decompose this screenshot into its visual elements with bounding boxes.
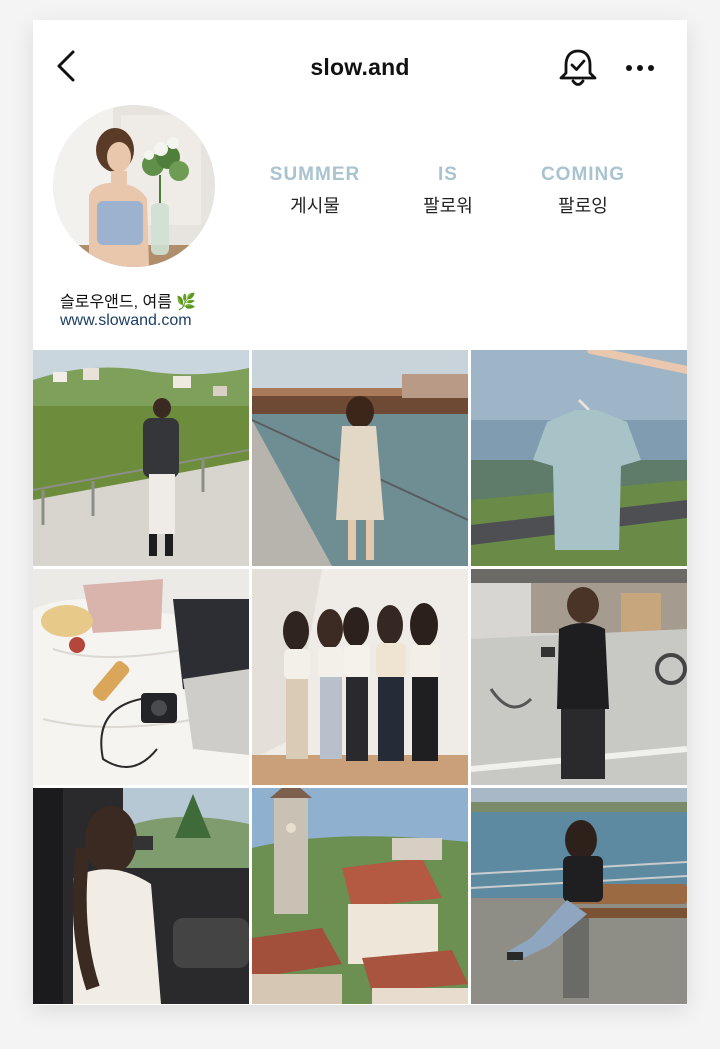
photo-woman-bench-lake xyxy=(471,788,687,1004)
stat-posts[interactable]: SUMMER 게시물 xyxy=(245,164,385,218)
photo-woman-bridge xyxy=(252,350,468,566)
avatar-photo xyxy=(53,105,215,267)
bell-check-icon xyxy=(559,49,597,86)
stat-following-label: 팔로잉 xyxy=(558,196,608,216)
stat-followers-label: 팔로워 xyxy=(423,196,473,216)
photo-woman-car xyxy=(33,788,249,1004)
stat-following[interactable]: COMING 팔로잉 xyxy=(513,164,653,218)
grid-post-8[interactable] xyxy=(252,788,468,1004)
bio-name: 슬로우앤드, 여름 🌿 xyxy=(60,294,197,311)
stat-following-value: COMING xyxy=(540,164,626,185)
photo-woman-camera-street xyxy=(471,569,687,785)
grid-post-2[interactable] xyxy=(252,350,468,566)
photo-woman-field xyxy=(33,350,249,566)
photo-old-town-roofs xyxy=(252,788,468,1004)
grid-post-3[interactable] xyxy=(471,350,687,566)
grid-post-5[interactable] xyxy=(252,569,468,785)
grid-post-4[interactable] xyxy=(33,569,249,785)
grid-post-1[interactable] xyxy=(33,350,249,566)
notifications-button[interactable] xyxy=(557,46,599,90)
grid-post-7[interactable] xyxy=(33,788,249,1004)
stat-posts-label: 게시물 xyxy=(290,196,340,216)
post-grid xyxy=(33,350,687,1005)
photo-four-women xyxy=(252,569,468,785)
stat-followers-value: IS xyxy=(438,164,458,185)
photo-bed-flatlay xyxy=(33,569,249,785)
grid-post-9[interactable] xyxy=(471,788,687,1004)
profile-avatar[interactable] xyxy=(53,105,215,267)
profile-card: slow.and SUMMER 게시물 IS 팔로워 COMING 팔로잉 슬로… xyxy=(33,20,687,1005)
top-bar: slow.and xyxy=(33,20,687,116)
more-horizontal-icon xyxy=(626,65,654,71)
stat-posts-value: SUMMER xyxy=(269,164,361,185)
photo-blue-tshirt xyxy=(471,350,687,566)
more-options-button[interactable] xyxy=(621,54,661,82)
stat-followers[interactable]: IS 팔로워 xyxy=(378,164,518,218)
grid-post-6[interactable] xyxy=(471,569,687,785)
bio-website-link[interactable]: www.slowand.com xyxy=(60,312,192,330)
